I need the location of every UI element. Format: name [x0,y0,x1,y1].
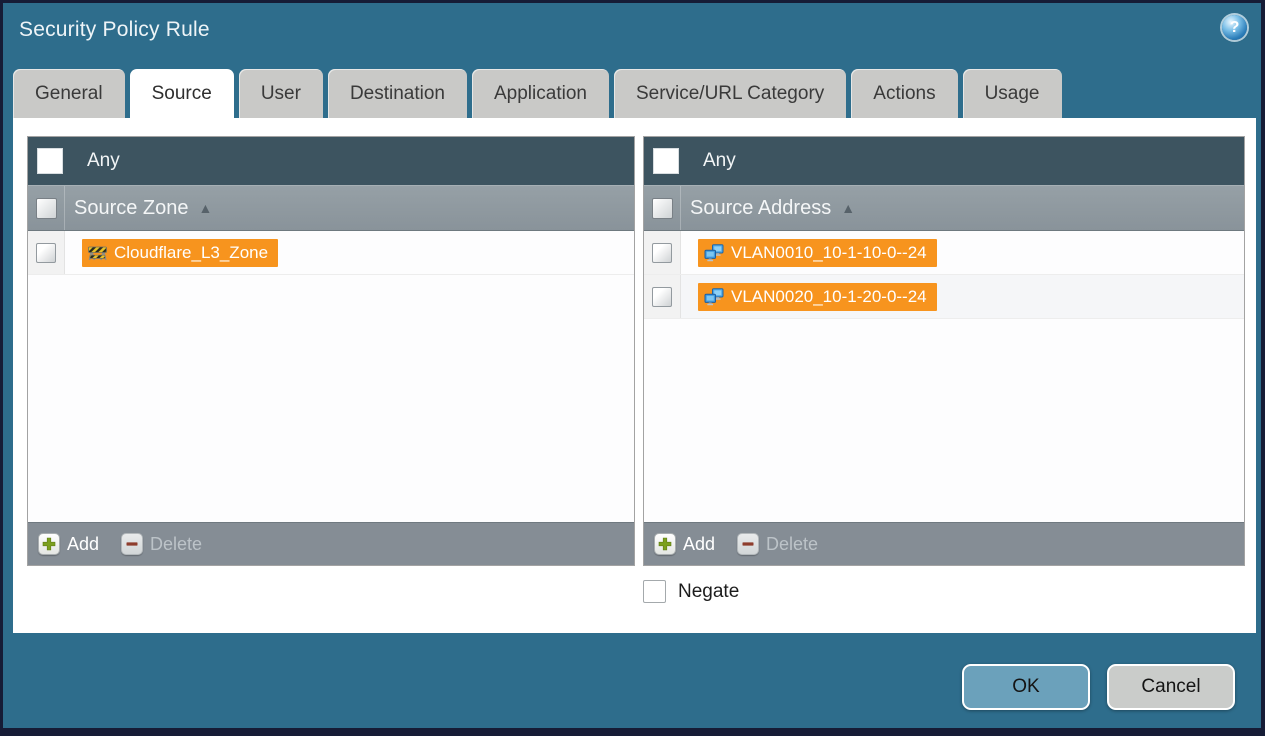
dialog-title: Security Policy Rule [19,18,210,41]
source-address-any-label: Any [703,150,736,171]
address-tag[interactable]: VLAN0020_10-1-20-0--24 [698,282,937,311]
security-policy-rule-dialog: Security Policy Rule ? General Source Us… [0,0,1265,736]
sort-ascending-icon: ▲ [198,200,213,216]
zone-tag[interactable]: Cloudflare_L3_Zone [82,238,279,267]
select-all-gutter [28,186,65,230]
tab-destination[interactable]: Destination [327,69,467,118]
address-tag-label: VLAN0020_10-1-20-0--24 [731,286,927,306]
source-zone-any-checkbox[interactable] [37,148,63,174]
negate-label: Negate [678,580,740,602]
source-zone-any-label: Any [87,150,120,171]
sort-ascending-icon: ▲ [841,200,856,216]
add-button-label: Add [683,533,716,554]
select-all-gutter [644,186,681,230]
add-icon [654,533,676,555]
source-zone-column-header[interactable]: Source Zone ▲ [28,185,634,231]
source-address-any-bar: Any [644,137,1244,185]
list-item[interactable]: VLAN0020_10-1-20-0--24 [644,275,1244,319]
tab-source[interactable]: Source [129,69,234,118]
source-zone-footer: Add Delete [28,522,634,565]
source-zone-column-title: Source Zone [74,196,189,219]
delete-button-disabled[interactable]: Delete [121,533,202,555]
negate-row: Negate [643,580,739,603]
tab-user[interactable]: User [238,69,323,118]
row-checkbox[interactable] [652,286,672,307]
tab-bar: General Source User Destination Applicat… [13,69,1062,118]
source-address-any-checkbox[interactable] [653,148,679,174]
source-zone-select-all-checkbox[interactable] [35,197,57,219]
zone-icon [88,245,107,261]
row-gutter [644,275,681,318]
source-address-list: VLAN0010_10-1-10-0--24 VLAN0020_10-1-20-… [644,231,1244,522]
dialog-chrome: Security Policy Rule ? General Source Us… [3,3,1261,728]
source-zone-any-bar: Any [28,137,634,185]
delete-icon [121,533,144,555]
source-address-select-all-checkbox[interactable] [651,197,673,219]
row-checkbox[interactable] [36,242,56,263]
add-button[interactable]: Add [654,533,715,555]
delete-button-disabled[interactable]: Delete [737,533,818,555]
add-button[interactable]: Add [38,533,99,555]
tab-service-url-category[interactable]: Service/URL Category [613,69,847,118]
source-address-panel: Any Source Address ▲ VLAN0010_10-1-10-0-… [643,136,1245,566]
source-address-column-header[interactable]: Source Address ▲ [644,185,1244,231]
address-tag[interactable]: VLAN0010_10-1-10-0--24 [698,238,937,267]
address-tag-label: VLAN0010_10-1-10-0--24 [731,242,927,262]
zone-tag-label: Cloudflare_L3_Zone [114,242,269,262]
tab-application[interactable]: Application [472,69,609,118]
tab-actions[interactable]: Actions [851,69,958,118]
delete-icon [737,533,760,555]
address-icon [704,243,724,262]
tab-usage[interactable]: Usage [962,69,1062,118]
help-icon[interactable]: ? [1222,15,1247,40]
add-button-label: Add [67,533,100,554]
source-address-column-title: Source Address [690,196,832,219]
delete-button-label: Delete [150,533,203,554]
cancel-button[interactable]: Cancel [1107,664,1235,710]
ok-button[interactable]: OK [962,664,1090,710]
source-tab-content: Any Source Zone ▲ Cloudflare_L3_Zone Add… [13,118,1256,633]
source-zone-panel: Any Source Zone ▲ Cloudflare_L3_Zone Add… [27,136,635,566]
negate-checkbox[interactable] [643,580,666,603]
source-address-footer: Add Delete [644,522,1244,565]
list-item[interactable]: VLAN0010_10-1-10-0--24 [644,231,1244,275]
tab-general[interactable]: General [13,69,125,118]
row-gutter [644,231,681,274]
add-icon [38,533,60,555]
row-checkbox[interactable] [652,242,672,263]
source-zone-list: Cloudflare_L3_Zone [28,231,634,522]
row-gutter [28,231,65,274]
delete-button-label: Delete [766,533,819,554]
address-icon [704,287,724,306]
list-item[interactable]: Cloudflare_L3_Zone [28,231,634,275]
